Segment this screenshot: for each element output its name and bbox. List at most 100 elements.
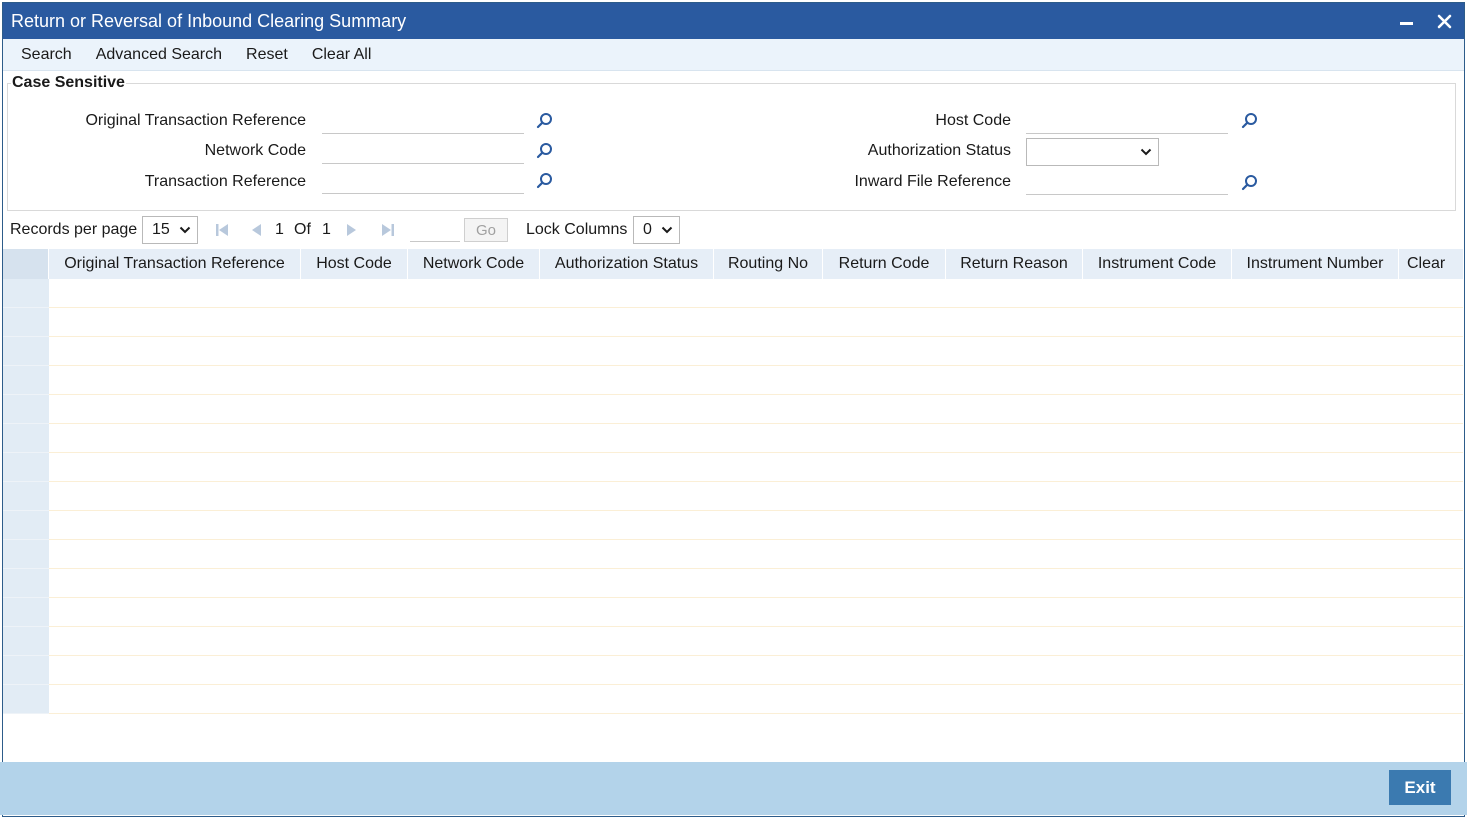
lock-columns-label: Lock Columns [526, 221, 628, 238]
table-row[interactable] [3, 511, 1463, 540]
table-row[interactable] [3, 395, 1463, 424]
chevron-down-icon [179, 226, 191, 234]
row-data-cell[interactable] [49, 279, 1463, 308]
row-selector-cell[interactable] [3, 685, 49, 714]
row-data-cell[interactable] [49, 627, 1463, 656]
search-button[interactable]: Search [9, 39, 84, 71]
records-per-page-value: 15 [152, 221, 170, 238]
row-selector-cell[interactable] [3, 453, 49, 482]
reset-button[interactable]: Reset [234, 39, 300, 71]
row-selector-cell[interactable] [3, 337, 49, 366]
row-data-cell[interactable] [49, 366, 1463, 395]
table-row[interactable] [3, 308, 1463, 337]
window-controls [1396, 11, 1454, 31]
next-page-icon[interactable] [345, 222, 359, 238]
close-button[interactable] [1434, 11, 1454, 31]
footer-bar: Exit [0, 762, 1467, 815]
table-row[interactable] [3, 627, 1463, 656]
row-selector-cell[interactable] [3, 424, 49, 453]
window-title: Return or Reversal of Inbound Clearing S… [11, 10, 407, 31]
row-data-cell[interactable] [49, 482, 1463, 511]
network-code-search-icon[interactable] [536, 142, 554, 160]
clear-all-button[interactable]: Clear All [300, 39, 384, 71]
row-data-cell[interactable] [49, 308, 1463, 337]
authorization-status-select[interactable] [1026, 138, 1159, 166]
row-data-cell[interactable] [49, 656, 1463, 685]
previous-page-icon[interactable] [249, 222, 263, 238]
row-selector-cell[interactable] [3, 366, 49, 395]
advanced-search-button[interactable]: Advanced Search [84, 39, 234, 71]
table-row[interactable] [3, 540, 1463, 569]
column-header-routing-no[interactable]: Routing No [714, 249, 823, 279]
host-code-input[interactable] [1026, 108, 1228, 134]
column-header-clear[interactable]: Clear [1399, 249, 1463, 279]
original-transaction-reference-input[interactable] [322, 108, 524, 134]
current-page-number: 1 [275, 221, 284, 238]
table-row[interactable] [3, 366, 1463, 395]
inward-file-reference-search-icon[interactable] [1241, 174, 1259, 192]
table-row[interactable] [3, 598, 1463, 627]
title-bar: Return or Reversal of Inbound Clearing S… [3, 3, 1464, 39]
row-data-cell[interactable] [49, 540, 1463, 569]
column-header-network-code[interactable]: Network Code [408, 249, 540, 279]
row-data-cell[interactable] [49, 424, 1463, 453]
row-selector-cell[interactable] [3, 482, 49, 511]
original-transaction-reference-search-icon[interactable] [536, 112, 554, 130]
select-all-cell[interactable] [3, 249, 49, 279]
exit-button[interactable]: Exit [1389, 770, 1451, 805]
row-selector-cell[interactable] [3, 598, 49, 627]
table-row[interactable] [3, 569, 1463, 598]
of-label: Of [294, 221, 311, 238]
row-selector-cell[interactable] [3, 279, 49, 308]
inward-file-reference-input[interactable] [1026, 169, 1228, 195]
table-row[interactable] [3, 482, 1463, 511]
row-data-cell[interactable] [49, 511, 1463, 540]
table-row[interactable] [3, 453, 1463, 482]
row-data-cell[interactable] [49, 453, 1463, 482]
row-data-cell[interactable] [49, 569, 1463, 598]
row-selector-cell[interactable] [3, 308, 49, 337]
row-selector-cell[interactable] [3, 395, 49, 424]
row-data-cell[interactable] [49, 685, 1463, 714]
host-code-search-icon[interactable] [1241, 112, 1259, 130]
first-page-icon[interactable] [214, 222, 230, 238]
row-selector-cell[interactable] [3, 569, 49, 598]
column-header-original-transaction-reference[interactable]: Original Transaction Reference [49, 249, 301, 279]
table-row[interactable] [3, 424, 1463, 453]
row-data-cell[interactable] [49, 337, 1463, 366]
last-page-icon[interactable] [380, 222, 396, 238]
minimize-button[interactable] [1396, 11, 1416, 31]
host-code-label: Host Code [935, 112, 1011, 129]
inward-file-reference-label: Inward File Reference [854, 173, 1011, 190]
row-selector-cell[interactable] [3, 627, 49, 656]
row-data-cell[interactable] [49, 395, 1463, 424]
row-selector-cell[interactable] [3, 540, 49, 569]
records-per-page-label: Records per page [10, 221, 138, 238]
row-selector-cell[interactable] [3, 511, 49, 540]
column-header-return-code[interactable]: Return Code [823, 249, 946, 279]
pager-bar: Records per page 15 1 Of 1 Go Lock Colum… [0, 214, 1467, 246]
minimize-icon [1399, 21, 1413, 25]
column-header-instrument-code[interactable]: Instrument Code [1083, 249, 1232, 279]
go-to-page-input[interactable] [410, 218, 460, 242]
row-selector-cell[interactable] [3, 656, 49, 685]
transaction-reference-search-icon[interactable] [536, 172, 554, 190]
original-transaction-reference-label: Original Transaction Reference [85, 112, 306, 129]
close-icon [1437, 14, 1451, 28]
authorization-status-label: Authorization Status [867, 142, 1011, 159]
records-per-page-select[interactable]: 15 [142, 216, 198, 244]
column-header-host-code[interactable]: Host Code [301, 249, 408, 279]
column-header-authorization-status[interactable]: Authorization Status [540, 249, 714, 279]
table-row[interactable] [3, 685, 1463, 714]
table-row[interactable] [3, 656, 1463, 685]
case-sensitive-legend: Case Sensitive [11, 74, 126, 92]
go-button[interactable]: Go [464, 218, 508, 242]
column-header-return-reason[interactable]: Return Reason [946, 249, 1083, 279]
table-row[interactable] [3, 279, 1463, 308]
table-row[interactable] [3, 337, 1463, 366]
row-data-cell[interactable] [49, 598, 1463, 627]
column-header-instrument-number[interactable]: Instrument Number [1232, 249, 1399, 279]
network-code-input[interactable] [322, 138, 524, 164]
transaction-reference-input[interactable] [322, 168, 524, 194]
lock-columns-select[interactable]: 0 [633, 216, 680, 244]
